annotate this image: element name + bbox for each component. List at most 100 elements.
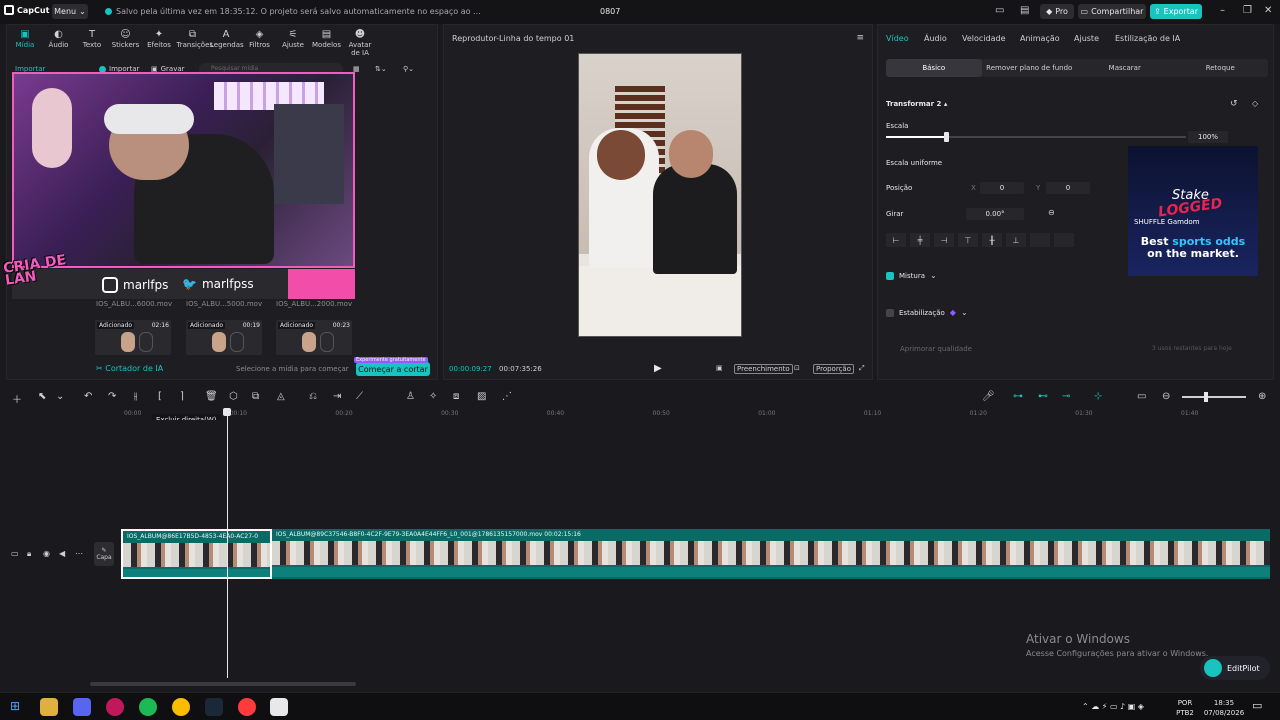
rotate-dial-icon[interactable]: ⊖	[1048, 208, 1055, 217]
inspector-tab-2[interactable]: Velocidade	[962, 34, 1006, 43]
delete-icon[interactable]: 🗑︎	[205, 391, 218, 402]
reverse-icon[interactable]: ⎌	[309, 391, 317, 402]
maximize-icon[interactable]: ❐	[1243, 5, 1252, 16]
minimize-icon[interactable]: –	[1220, 5, 1225, 16]
notifications-icon[interactable]: ▭	[1252, 699, 1262, 712]
align-right-icon[interactable]: ⊣	[934, 233, 954, 247]
stabilize-checkbox[interactable]	[886, 308, 894, 317]
crop-icon[interactable]: ⧉	[252, 391, 259, 402]
tab-filtros[interactable]: ◈ Filtros	[244, 29, 276, 49]
spotify-icon[interactable]	[139, 698, 157, 716]
zoom-out-icon[interactable]: ⊖	[1162, 391, 1170, 402]
playhead[interactable]	[227, 408, 228, 678]
file-explorer-icon[interactable]	[40, 698, 58, 716]
language-indicator[interactable]: POR PTB2	[1172, 698, 1198, 718]
reset-icon[interactable]: ↺	[1230, 99, 1238, 109]
more-tools-icon[interactable]: ⋰	[502, 391, 512, 402]
cover-button[interactable]: ✎ Capa	[94, 542, 114, 566]
tab-avatar-de-ia[interactable]: ☻ Avatar de IA	[344, 29, 376, 57]
layout-icon[interactable]: ▭	[995, 5, 1004, 16]
inspector-tab-4[interactable]: Ajuste	[1074, 34, 1099, 43]
magic-icon[interactable]: ✧	[429, 391, 437, 402]
link-clip-icon[interactable]: ⊶	[1013, 391, 1023, 402]
tab-áudio[interactable]: ◐ Áudio	[43, 29, 75, 49]
transform-header[interactable]: Transformar 2 ▴	[886, 100, 947, 108]
inspector-tab-5[interactable]: Estilização de IA	[1115, 34, 1180, 43]
app-grid-icon[interactable]	[73, 698, 91, 716]
media-item[interactable]: Adicionado 00:23	[276, 320, 352, 355]
red-app-icon[interactable]	[238, 698, 256, 716]
chrome-icon[interactable]	[172, 698, 190, 716]
undo-icon[interactable]: ↶	[84, 391, 92, 402]
more-icon[interactable]: ⋯	[75, 549, 83, 558]
delete-right-icon[interactable]: ⌉	[180, 391, 184, 402]
align-center-h-icon[interactable]: ╪	[910, 233, 930, 247]
link-icon[interactable]: ⊸	[1062, 391, 1070, 402]
trim-left-icon[interactable]: [	[158, 391, 162, 402]
inspector-tab-1[interactable]: Áudio	[924, 34, 947, 43]
stabilize-row[interactable]: Estabilização ◆ ⌄	[886, 308, 968, 317]
player-menu-icon[interactable]: ≡	[856, 33, 864, 43]
pro-button[interactable]: ◆ Pro	[1040, 4, 1074, 19]
close-icon[interactable]: ✕	[1264, 5, 1272, 16]
play-icon[interactable]: ▶	[654, 363, 662, 374]
zoom-slider[interactable]	[1182, 396, 1246, 398]
time-ruler[interactable]: 00:00 00:10 00:20 00:30 00:40 00:50 01:00 01:10…	[90, 409, 1280, 421]
mask-icon[interactable]: ⟋	[356, 391, 363, 402]
select-icon[interactable]: ⬉	[38, 391, 46, 402]
track-cover-icon[interactable]: ▭	[11, 549, 19, 558]
timeline-clip[interactable]: IOS_ALBUM@89C37546-B8F0-4C2F-9E79-3EA0A4…	[272, 529, 1270, 579]
fullscreen-icon[interactable]: ⤢	[859, 364, 865, 373]
transition-icon[interactable]: ⇥	[333, 391, 341, 402]
timeline-clip-selected[interactable]: IOS_ALBUM@86E17B5D-4853-4EA0-AC27-0	[121, 529, 272, 579]
keyboard-icon[interactable]: ▤	[1020, 5, 1029, 16]
media-item[interactable]: Adicionado 02:16	[95, 320, 171, 355]
windows-start-icon[interactable]: ⊞	[10, 699, 20, 713]
magnet-icon[interactable]: ⊷	[1038, 391, 1048, 402]
keyframe-icon[interactable]: ◇	[1252, 99, 1258, 108]
position-x-field[interactable]: 0	[980, 182, 1024, 194]
segment-1[interactable]: Remover plano de fundo	[982, 59, 1078, 77]
tab-ajuste[interactable]: ⚟ Ajuste	[277, 29, 309, 49]
tab-legendas[interactable]: A Legendas	[210, 29, 244, 49]
tab-efeitos[interactable]: ✦ Efeitos	[143, 29, 175, 49]
tab-modelos[interactable]: ▤ Modelos	[311, 29, 343, 49]
align-bottom-icon[interactable]: ⊥	[1006, 233, 1026, 247]
flip-v-icon[interactable]	[1054, 233, 1074, 247]
scale-value-field[interactable]: 100%	[1188, 131, 1228, 143]
position-y-field[interactable]: 0	[1046, 182, 1090, 194]
redo-icon[interactable]: ↷	[108, 391, 116, 402]
rotate-field[interactable]: 0.00°	[966, 208, 1024, 220]
tab-transições[interactable]: ⧉ Transições	[177, 29, 214, 49]
playhead-handle[interactable]	[223, 408, 231, 416]
ai-cutter-label[interactable]: ✂ Cortador de IA	[96, 364, 163, 373]
ratio-button[interactable]: Proporção	[813, 364, 854, 374]
image-icon[interactable]: ▨	[477, 391, 486, 402]
mic-icon[interactable]: 🎤︎	[982, 391, 995, 402]
capcut-taskbar-icon[interactable]	[270, 698, 288, 716]
split-icon[interactable]: ⫲	[134, 391, 137, 402]
media-item[interactable]: Adicionado 00:19	[186, 320, 262, 355]
clock[interactable]: 18:35 07/08/2026	[1200, 698, 1248, 718]
tab-stickers[interactable]: ☺ Stickers	[110, 29, 142, 49]
tray-icons[interactable]: ⌃ ☁ ⚡ ▭ ♪ ▣ ◈	[1082, 702, 1144, 712]
preview-axis-icon[interactable]: ⊹	[1094, 391, 1102, 402]
flip-h-icon[interactable]	[1030, 233, 1050, 247]
fill-button[interactable]: Preenchimento	[734, 364, 793, 374]
volume-icon[interactable]: ◀︎	[59, 549, 65, 558]
camera-icon[interactable]: ⧈	[453, 391, 459, 402]
filter-icon[interactable]: ⚲⌄	[403, 63, 414, 75]
start-cutting-button[interactable]: Começar a cortar	[356, 362, 430, 376]
segment-2[interactable]: Mascarar	[1077, 59, 1173, 77]
inspector-tab-0[interactable]: Vídeo	[886, 34, 909, 43]
eye-icon[interactable]: ◉	[43, 549, 50, 558]
editpilot-button[interactable]: EditPilot	[1200, 656, 1270, 680]
tab-mídia[interactable]: ▣ Mídia	[9, 29, 41, 49]
steam-icon[interactable]	[205, 698, 223, 716]
timeline-scrollbar[interactable]	[90, 682, 356, 686]
share-button[interactable]: ▭ Compartilhar	[1078, 4, 1146, 19]
lock-icon[interactable]: 🔒︎	[27, 549, 31, 559]
tab-texto[interactable]: T Texto	[76, 29, 108, 49]
fit-icon[interactable]: ▣	[716, 364, 723, 372]
scale-slider-handle[interactable]	[944, 132, 949, 142]
